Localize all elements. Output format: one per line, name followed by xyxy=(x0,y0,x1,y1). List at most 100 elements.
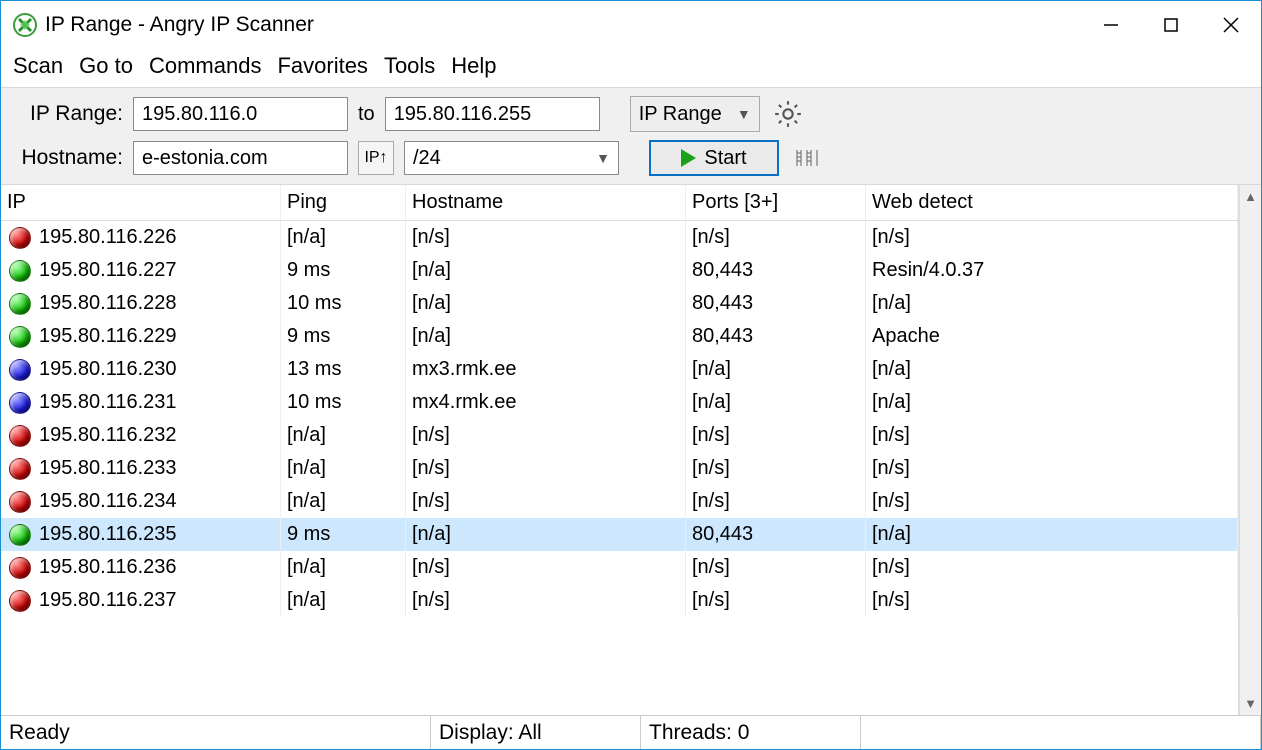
cell-ports: [n/s] xyxy=(686,418,866,453)
status-icon xyxy=(9,359,31,381)
netmask-value: /24 xyxy=(413,147,441,170)
header-ports[interactable]: Ports [3+] xyxy=(686,185,866,220)
table-row[interactable]: 195.80.116.233[n/a][n/s][n/s][n/s] xyxy=(1,452,1238,485)
cell-hostname: [n/s] xyxy=(406,550,686,585)
chevron-down-icon: ▼ xyxy=(737,106,751,122)
ip-to-input[interactable] xyxy=(385,97,600,131)
status-display: Display: All xyxy=(431,716,641,749)
scroll-up-icon[interactable]: ▲ xyxy=(1244,189,1257,204)
minimize-button[interactable] xyxy=(1081,1,1141,49)
close-button[interactable] xyxy=(1201,1,1261,49)
table-row[interactable]: 195.80.116.226[n/a][n/s][n/s][n/s] xyxy=(1,221,1238,254)
cell-ping: 9 ms xyxy=(281,253,406,288)
hostname-input[interactable] xyxy=(133,141,348,175)
status-icon xyxy=(9,227,31,249)
preferences-button[interactable] xyxy=(770,96,806,132)
cell-hostname: mx3.rmk.ee xyxy=(406,352,686,387)
table-body: 195.80.116.226[n/a][n/s][n/s][n/s]195.80… xyxy=(1,221,1238,617)
ip-up-button[interactable]: IP↑ xyxy=(358,141,394,175)
app-window: IP Range - Angry IP Scanner Scan Go to C… xyxy=(0,0,1262,750)
menu-goto[interactable]: Go to xyxy=(79,53,133,79)
feeder-label: IP Range xyxy=(639,103,722,126)
cell-ping: [n/a] xyxy=(281,451,406,486)
cell-web-detect: [n/a] xyxy=(866,352,1238,387)
to-label: to xyxy=(358,103,375,126)
statusbar: Ready Display: All Threads: 0 xyxy=(1,715,1261,749)
table-row[interactable]: 195.80.116.237[n/a][n/s][n/s][n/s] xyxy=(1,584,1238,617)
cell-web-detect: [n/s] xyxy=(866,484,1238,519)
ip-range-label: IP Range: xyxy=(13,102,123,126)
menu-commands[interactable]: Commands xyxy=(149,53,261,79)
start-label: Start xyxy=(704,147,746,170)
toolbar: IP Range: to IP Range ▼ xyxy=(1,87,1261,185)
menubar: Scan Go to Commands Favorites Tools Help xyxy=(1,49,1261,87)
table-row[interactable]: 195.80.116.234[n/a][n/s][n/s][n/s] xyxy=(1,485,1238,518)
status-icon xyxy=(9,590,31,612)
cell-ports: 80,443 xyxy=(686,286,866,321)
cell-hostname: [n/s] xyxy=(406,418,686,453)
cell-ping: [n/a] xyxy=(281,550,406,585)
cell-web-detect: [n/s] xyxy=(866,550,1238,585)
status-icon xyxy=(9,458,31,480)
header-ip[interactable]: IP xyxy=(1,185,281,220)
menu-tools[interactable]: Tools xyxy=(384,53,435,79)
table-row[interactable]: 195.80.116.2359 ms[n/a]80,443[n/a] xyxy=(1,518,1238,551)
table-row[interactable]: 195.80.116.2299 ms[n/a]80,443Apache xyxy=(1,320,1238,353)
start-button[interactable]: Start xyxy=(649,140,779,176)
play-icon xyxy=(681,149,696,167)
cell-ping: [n/a] xyxy=(281,418,406,453)
cell-web-detect: [n/a] xyxy=(866,385,1238,420)
cell-ports: [n/a] xyxy=(686,385,866,420)
table-row[interactable]: 195.80.116.232[n/a][n/s][n/s][n/s] xyxy=(1,419,1238,452)
status-state: Ready xyxy=(1,716,431,749)
cell-ping: 10 ms xyxy=(281,286,406,321)
status-icon xyxy=(9,524,31,546)
cell-ip: 195.80.116.234 xyxy=(39,490,177,513)
cell-hostname: [n/s] xyxy=(406,484,686,519)
cell-ip: 195.80.116.232 xyxy=(39,424,177,447)
feeder-select[interactable]: IP Range ▼ xyxy=(630,96,760,132)
scroll-down-icon[interactable]: ▼ xyxy=(1244,696,1257,711)
status-threads: Threads: 0 xyxy=(641,716,861,749)
table-row[interactable]: 195.80.116.22810 ms[n/a]80,443[n/a] xyxy=(1,287,1238,320)
cell-web-detect: [n/s] xyxy=(866,418,1238,453)
cell-web-detect: Resin/4.0.37 xyxy=(866,253,1238,288)
table-row[interactable]: 195.80.116.23110 msmx4.rmk.ee[n/a][n/a] xyxy=(1,386,1238,419)
chevron-down-icon: ▼ xyxy=(596,150,610,166)
cell-ping: [n/a] xyxy=(281,583,406,617)
cell-hostname: [n/a] xyxy=(406,517,686,552)
fetchers-button[interactable] xyxy=(789,140,825,176)
cell-ports: [n/s] xyxy=(686,550,866,585)
window-title: IP Range - Angry IP Scanner xyxy=(45,13,314,37)
cell-ping: [n/a] xyxy=(281,484,406,519)
table-header: IP Ping Hostname Ports [3+] Web detect xyxy=(1,185,1238,221)
cell-hostname: [n/a] xyxy=(406,286,686,321)
table-row[interactable]: 195.80.116.2279 ms[n/a]80,443Resin/4.0.3… xyxy=(1,254,1238,287)
cell-web-detect: [n/a] xyxy=(866,286,1238,321)
header-hostname[interactable]: Hostname xyxy=(406,185,686,220)
hostname-label: Hostname: xyxy=(13,146,123,170)
status-icon xyxy=(9,260,31,282)
netmask-select[interactable]: /24 ▼ xyxy=(404,141,619,175)
status-icon xyxy=(9,491,31,513)
cell-web-detect: [n/a] xyxy=(866,517,1238,552)
maximize-button[interactable] xyxy=(1141,1,1201,49)
app-icon xyxy=(13,13,37,37)
header-ping[interactable]: Ping xyxy=(281,185,406,220)
menu-scan[interactable]: Scan xyxy=(13,53,63,79)
cell-ip: 195.80.116.236 xyxy=(39,556,177,579)
cell-web-detect: Apache xyxy=(866,319,1238,354)
table-row[interactable]: 195.80.116.23013 msmx3.rmk.ee[n/a][n/a] xyxy=(1,353,1238,386)
results-table: IP Ping Hostname Ports [3+] Web detect 1… xyxy=(1,185,1239,715)
header-web-detect[interactable]: Web detect xyxy=(866,185,1238,220)
menu-help[interactable]: Help xyxy=(451,53,496,79)
cell-ping: 9 ms xyxy=(281,319,406,354)
vertical-scrollbar[interactable]: ▲ ▼ xyxy=(1239,185,1261,715)
menu-favorites[interactable]: Favorites xyxy=(277,53,367,79)
cell-ip: 195.80.116.235 xyxy=(39,523,177,546)
cell-ping: [n/a] xyxy=(281,221,406,255)
titlebar: IP Range - Angry IP Scanner xyxy=(1,1,1261,49)
status-icon xyxy=(9,326,31,348)
table-row[interactable]: 195.80.116.236[n/a][n/s][n/s][n/s] xyxy=(1,551,1238,584)
ip-from-input[interactable] xyxy=(133,97,348,131)
